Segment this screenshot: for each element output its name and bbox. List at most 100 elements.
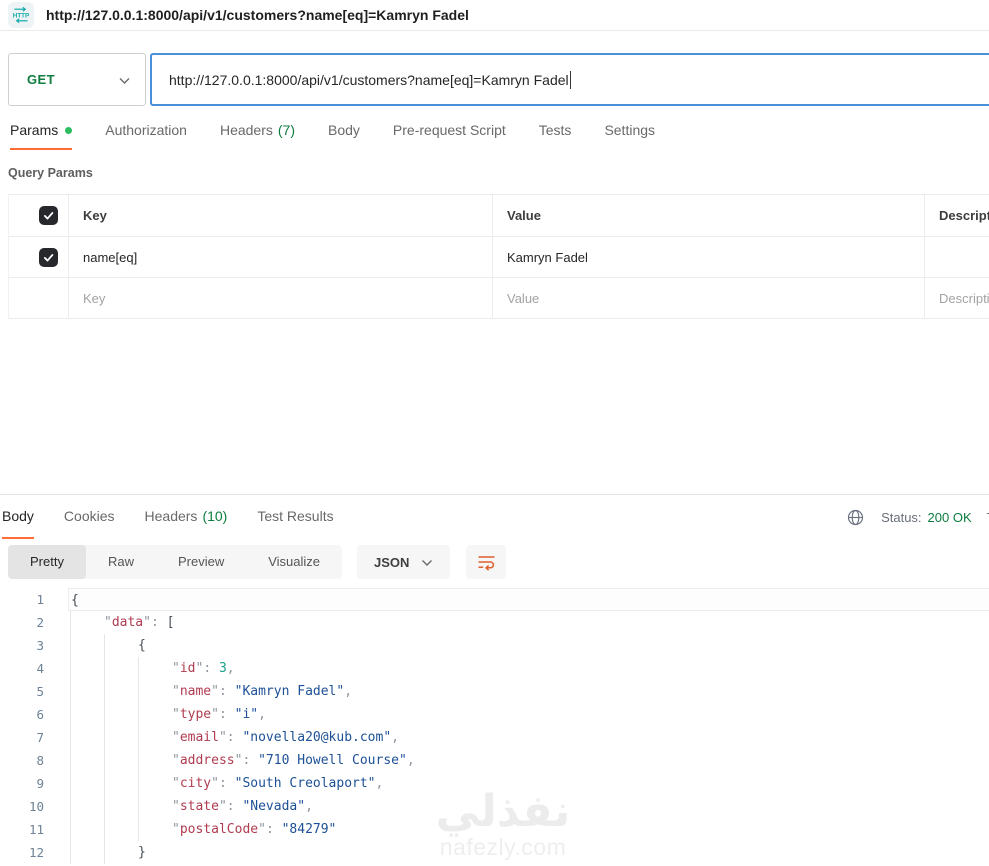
param-checkbox[interactable] [39, 247, 58, 267]
code-text: "city": "South Creolaport", [172, 776, 384, 791]
code-line-content: "postalCode": "84279" [68, 818, 989, 841]
code-line-content: } [68, 841, 989, 864]
view-mode-raw[interactable]: Raw [86, 545, 156, 579]
tab-headers[interactable]: Headers (7) [220, 122, 295, 150]
column-header-value: Value [493, 195, 925, 236]
indent-guide [104, 841, 105, 864]
globe-icon [847, 509, 864, 526]
param-key-input[interactable]: Key [69, 278, 493, 318]
wrap-lines-icon [478, 555, 495, 571]
indent-guide [104, 818, 105, 841]
tab-pre-request-script[interactable]: Pre-request Script [393, 122, 506, 150]
response-header: Body Cookies Headers (10) Test Results Statu… [0, 495, 989, 539]
response-tab-headers[interactable]: Headers (10) [145, 495, 228, 539]
code-line: 12} [0, 841, 989, 864]
param-checkbox[interactable] [39, 206, 58, 225]
code-text: "name": "Kamryn Fadel", [172, 684, 353, 699]
response-tab-test-results[interactable]: Test Results [257, 495, 333, 539]
param-checkbox-cell [9, 237, 69, 277]
code-text: "address": "710 Howell Course", [172, 753, 415, 768]
code-line-content: "email": "novella20@kub.com", [68, 726, 989, 749]
code-text: "email": "novella20@kub.com", [172, 730, 399, 745]
indent-guide [70, 703, 71, 726]
indent-guide [104, 680, 105, 703]
indent-guide [104, 749, 105, 772]
code-line-content: "id": 3, [68, 657, 989, 680]
code-text: "id": 3, [172, 661, 235, 676]
code-line-content: "city": "South Creolaport", [68, 772, 989, 795]
tab-authorization[interactable]: Authorization [105, 122, 187, 150]
code-line-content: "data": [ [68, 611, 989, 634]
code-line: 5 "name": "Kamryn Fadel", [0, 680, 989, 703]
param-description-cell[interactable] [925, 237, 989, 277]
line-number: 12 [28, 845, 44, 860]
code-line: 11 "postalCode": "84279" [0, 818, 989, 841]
param-key-cell[interactable]: name[eq] [69, 237, 493, 277]
view-mode-pretty[interactable]: Pretty [8, 545, 86, 579]
indent-guide [138, 772, 139, 795]
tab-label: Params [10, 122, 59, 138]
status-label: Status: [881, 509, 922, 525]
method-dropdown[interactable]: GET [8, 53, 146, 106]
tab-tests[interactable]: Tests [539, 122, 572, 150]
code-line: 4 "id": 3, [0, 657, 989, 680]
tab-label: Test Results [257, 508, 334, 524]
line-number: 7 [36, 730, 44, 745]
view-mode-visualize[interactable]: Visualize [246, 545, 342, 579]
code-text: } [138, 845, 146, 860]
tab-params[interactable]: Params [10, 122, 73, 150]
line-number: 8 [36, 753, 44, 768]
tab-settings[interactable]: Settings [604, 122, 655, 150]
code-line-content: "state": "Nevada", [68, 795, 989, 818]
code-text: { [138, 638, 146, 653]
code-line-content: "name": "Kamryn Fadel", [68, 680, 989, 703]
param-placeholder-row: KeyValueDescription [9, 278, 989, 319]
indent-guide [138, 657, 139, 680]
view-mode-preview[interactable]: Preview [156, 545, 246, 579]
code-text: "postalCode": "84279" [172, 822, 337, 837]
request-tab-title[interactable]: http://127.0.0.1:8000/api/v1/customers?n… [46, 7, 469, 23]
wrap-lines-button[interactable] [466, 545, 507, 579]
response-body-json: 1{2 "data": [3{4 "id": 3, 5 "name": "Kamryn … [0, 588, 989, 864]
code-line-content: { [68, 588, 989, 611]
code-line: 2 "data": [ [0, 611, 989, 634]
line-number: 3 [36, 638, 44, 653]
code-line: 1{ [0, 588, 989, 611]
indent-guide [138, 726, 139, 749]
code-line: 7 "email": "novella20@kub.com", [0, 726, 989, 749]
code-line: 9 "city": "South Creolaport", [0, 772, 989, 795]
indent-guide [138, 749, 139, 772]
line-number: 6 [36, 707, 44, 722]
indent-guide [70, 611, 71, 634]
params-header-checkbox-cell [9, 195, 69, 236]
chevron-down-icon [421, 554, 433, 570]
query-params-heading: Query Params [8, 166, 93, 180]
method-label: GET [27, 72, 55, 87]
code-text: { [71, 593, 79, 608]
text-cursor [569, 70, 571, 89]
param-row: name[eq] Kamryn Fadel [9, 237, 989, 278]
param-description-input[interactable]: Description [925, 278, 989, 318]
response-tab-body[interactable]: Body [2, 495, 34, 539]
code-line: 3{ [0, 634, 989, 657]
request-tab-bar: HTTP http://127.0.0.1:8000/api/v1/custom… [0, 0, 989, 31]
indent-guide [138, 795, 139, 818]
code-line-content: { [68, 634, 989, 657]
tab-count-badge: (10) [202, 508, 228, 524]
line-number: 4 [36, 661, 44, 676]
format-dropdown[interactable]: JSON [357, 545, 451, 579]
tab-label: Cookies [63, 508, 115, 524]
status-value: 200 OK [927, 509, 972, 525]
indent-guide [70, 680, 71, 703]
tab-body[interactable]: Body [328, 122, 360, 150]
line-number: 11 [28, 822, 44, 837]
indent-guide [70, 634, 71, 657]
response-tab-cookies[interactable]: Cookies [64, 495, 115, 539]
response-meta: Status: 200 OK Ti [847, 509, 989, 526]
url-input[interactable]: http://127.0.0.1:8000/api/v1/customers?n… [150, 53, 989, 106]
chevron-down-icon [118, 72, 131, 88]
param-value-input[interactable]: Value [493, 278, 925, 318]
column-header-description: Description [939, 208, 989, 223]
line-number: 1 [36, 592, 44, 607]
param-value-cell[interactable]: Kamryn Fadel [493, 237, 925, 277]
